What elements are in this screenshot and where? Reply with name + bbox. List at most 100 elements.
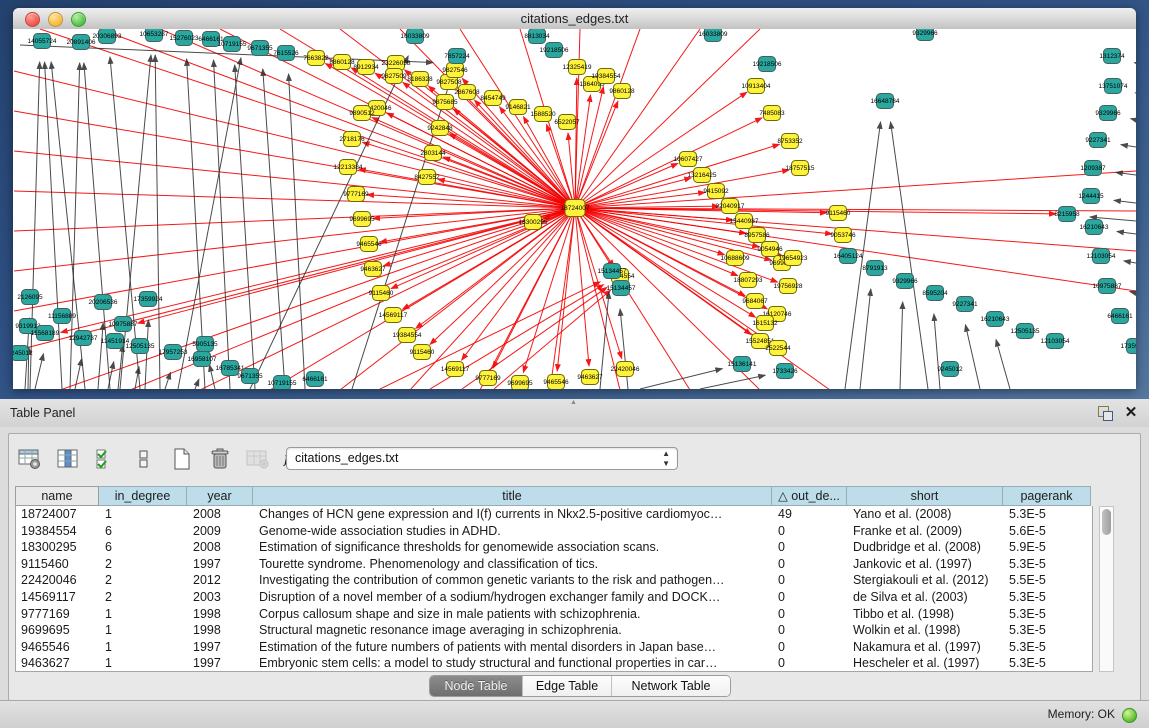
scrollbar-thumb[interactable]	[1102, 509, 1111, 535]
graph-node-label: 8813034	[524, 33, 550, 40]
table-cell: Tibbo et al. (1998)	[848, 606, 1004, 623]
table-cell: 0	[773, 622, 848, 639]
table-cell: Hescheler et al. (1997)	[848, 655, 1004, 672]
graph-edge	[14, 208, 575, 231]
graph-node-label: 9227341	[1085, 137, 1111, 144]
graph-node-label: 22420046	[611, 366, 640, 373]
row-checks-icon[interactable]	[91, 444, 121, 474]
table-cell: 0	[773, 523, 848, 540]
delete-icon[interactable]	[205, 444, 235, 474]
tab-network-table[interactable]: Network Table	[612, 676, 730, 696]
table-cell: Embryonic stem cells: a model to study s…	[254, 655, 773, 672]
close-panel-icon[interactable]: ✕	[1123, 404, 1139, 422]
graph-edge	[1121, 145, 1136, 147]
graph-node-label: 9827508	[436, 79, 462, 86]
graph-node-label: 10607427	[674, 156, 703, 163]
column-stack-icon[interactable]	[129, 444, 159, 474]
graph-node-label: 16210643	[1080, 224, 1109, 231]
table-row[interactable]: 1872400712008Changes of HCN gene express…	[16, 506, 1092, 523]
graph-edge	[557, 208, 575, 371]
table-selector-dropdown[interactable]: citations_edges.txt ▲▼	[286, 447, 678, 470]
table-cell: 9699695	[16, 622, 100, 639]
graph-node-label: 10913404	[742, 83, 771, 90]
graph-edge	[14, 208, 575, 351]
column-header-year[interactable]: year	[187, 486, 253, 506]
tab-edge-table[interactable]: Edge Table	[523, 676, 612, 696]
column-header-in_degree[interactable]: in_degree	[99, 486, 187, 506]
graph-node-label: 7485083	[759, 110, 785, 117]
graph-edge	[1130, 292, 1136, 293]
graph-edge	[145, 320, 148, 389]
graph-edge	[35, 354, 43, 389]
graph-node-label: 5905135	[192, 341, 218, 348]
graph-node-label: 7615526	[273, 50, 299, 57]
graph-node-label: 15440987	[730, 218, 759, 225]
graph-node-label: 10653287	[140, 31, 169, 38]
table-cell: 2003	[188, 589, 254, 606]
graph-node-label: 15134457	[598, 268, 627, 275]
vertical-scrollbar[interactable]	[1099, 506, 1114, 672]
table-row[interactable]: 1938455462009Genome-wide association stu…	[16, 523, 1092, 540]
table-cell: de Silva et al. (2003)	[848, 589, 1004, 606]
table-cell: Changes of HCN gene expression and I(f) …	[254, 506, 773, 523]
graph-node-label: 18757515	[786, 165, 815, 172]
graph-node-label: 15276023	[170, 35, 199, 42]
table-cell: 2009	[188, 523, 254, 540]
graph-node-label: 2126095	[17, 294, 43, 301]
table-row[interactable]: 1830029562008Estimation of significance …	[16, 539, 1092, 556]
tab-node-table[interactable]: Node Table	[430, 676, 523, 696]
graph-node-label: 8215958	[1054, 211, 1080, 218]
table-row[interactable]: 946554611997Estimation of the future num…	[16, 639, 1092, 656]
citation-graph[interactable]: 1872400718300295766382288601288912934232…	[13, 29, 1136, 389]
column-chooser-icon[interactable]	[53, 444, 83, 474]
table-cell: Wolkin et al. (1998)	[848, 622, 1004, 639]
column-header-pagerank[interactable]: pagerank	[1003, 486, 1091, 506]
table-cell: Nakamura et al. (1997)	[848, 639, 1004, 656]
network-window-titlebar[interactable]: citations_edges.txt	[13, 8, 1136, 30]
graph-edge	[214, 60, 230, 389]
table-settings-icon[interactable]	[15, 444, 45, 474]
new-file-icon[interactable]	[167, 444, 197, 474]
table-cell: 2008	[188, 539, 254, 556]
table-row[interactable]: 1456911722003Disruption of a novel membe…	[16, 589, 1092, 606]
graph-node-label: 8957586	[744, 232, 770, 239]
table-cell: 6	[100, 523, 188, 540]
column-header-name[interactable]: name	[15, 486, 99, 506]
graph-node-label: 9860128	[609, 88, 635, 95]
column-header-title[interactable]: title	[253, 486, 772, 506]
network-canvas[interactable]: 1872400718300295766382288601288912934232…	[13, 29, 1136, 389]
table-cell: Structural magnetic resonance image aver…	[254, 622, 773, 639]
column-header-short[interactable]: short	[847, 486, 1003, 506]
table-row[interactable]: 2242004622012Investigating the contribut…	[16, 572, 1092, 589]
graph-node-label: 23226058	[382, 60, 411, 67]
table-cell: 5.3E-5	[1004, 639, 1092, 656]
graph-node-label: 9329966	[892, 278, 918, 285]
graph-edge	[575, 144, 779, 208]
graph-edge	[1131, 119, 1136, 120]
table-row[interactable]: 946362711997Embryonic stem cells: a mode…	[16, 655, 1092, 672]
table-row[interactable]: 911546021997Tourette syndrome. Phenomeno…	[16, 556, 1092, 573]
graph-node-label: 9245012	[937, 366, 963, 373]
graph-node-label: 8595204	[922, 290, 948, 297]
graph-edge	[263, 69, 285, 389]
graph-node-label: 18300295	[519, 219, 548, 226]
graph-node-label: 19654923	[779, 255, 808, 262]
graph-node-label: 9875685	[432, 99, 458, 106]
memory-status-label: Memory: OK	[1048, 701, 1115, 728]
graph-node-label: 7857224	[444, 53, 470, 60]
panel-resize-grip[interactable]: ▲	[570, 400, 578, 405]
graph-edge	[575, 208, 690, 389]
table-cell: 1	[100, 606, 188, 623]
column-header-out_de[interactable]: △ out_de...	[772, 486, 847, 506]
graph-edge	[1114, 200, 1136, 203]
graph-node-label: 12505135	[1011, 328, 1040, 335]
table-cell: 14569117	[16, 589, 100, 606]
graph-node-label: 1615132	[752, 320, 778, 327]
graph-node-label: 9465546	[543, 379, 569, 386]
graph-node-label: 9699695	[349, 216, 375, 223]
graph-node-label: 9245012	[13, 350, 33, 357]
table-row[interactable]: 977716911998Corpus callosum shape and si…	[16, 606, 1092, 623]
table-cell: 2	[100, 589, 188, 606]
table-row[interactable]: 969969511998Structural magnetic resonanc…	[16, 622, 1092, 639]
float-panel-icon[interactable]	[1097, 405, 1113, 421]
